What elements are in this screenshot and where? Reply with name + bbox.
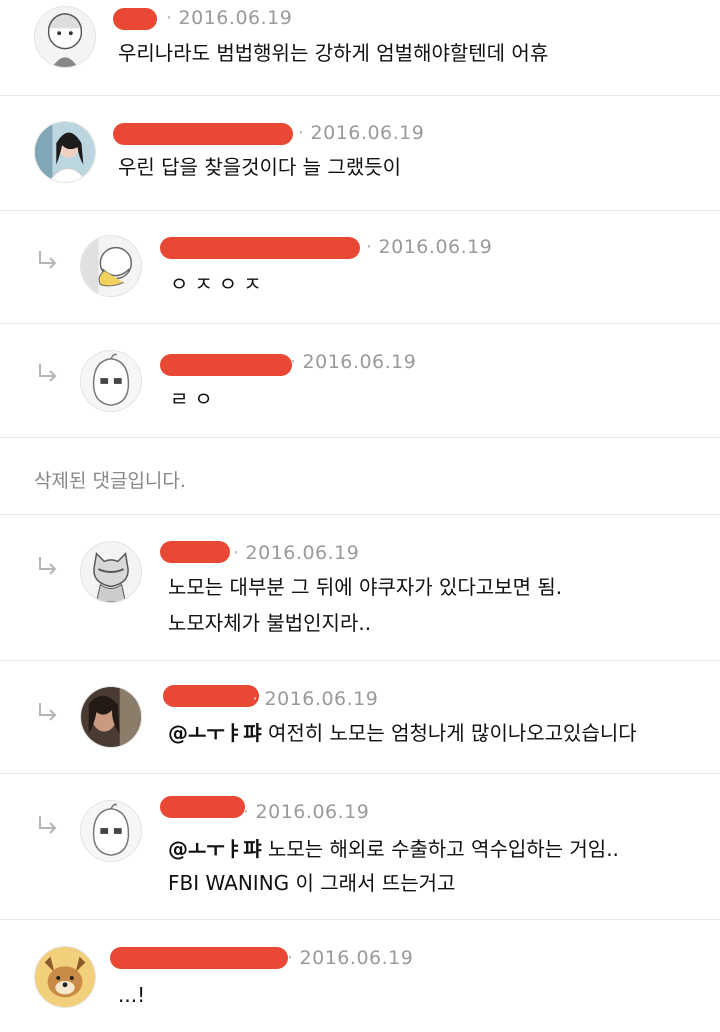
avatar[interactable] (80, 541, 142, 603)
deleted-comment-text: 삭제된 댓글입니다. (34, 470, 186, 492)
reply-arrow-icon (36, 814, 60, 838)
avatar[interactable] (34, 6, 96, 68)
reply-item: 2016.06.19 @ㅗㅜㅑ퍄 여전히 노모는 엄청나게 많이나오고있습니다 (0, 661, 720, 774)
avatar[interactable] (80, 350, 142, 412)
comment-text-line-2: 노모자체가 불법인지라.. (168, 611, 372, 635)
character-avatar-icon (81, 351, 141, 411)
redacted-username (160, 541, 230, 563)
avatar[interactable] (80, 235, 142, 297)
comment-date: 2016.06.19 (243, 801, 369, 823)
redacted-username (163, 685, 259, 707)
comment-date: 2016.06.19 (287, 947, 413, 969)
mention-link[interactable]: @ㅗㅜㅑ퍄 (168, 837, 262, 861)
character-avatar-icon (81, 236, 141, 296)
avatar[interactable] (34, 946, 96, 1008)
comment-date: 2016.06.19 (252, 688, 378, 710)
comment-text-line-1: 노모는 대부분 그 뒤에 야쿠자가 있다고보면 됨. (168, 575, 563, 599)
avatar[interactable] (80, 800, 142, 862)
comment-text: 우린 답을 찾을것이다 늘 그랬듯이 (118, 155, 402, 179)
comment-text-line-1: @ㅗㅜㅑ퍄 노모는 해외로 수출하고 역수입하는 거임.. (168, 832, 619, 866)
deleted-comment: 삭제된 댓글입니다. (0, 438, 720, 515)
reply-item: 2016.06.19 ㅇㅈㅇㅈ (0, 211, 720, 324)
comment-item: 2016.06.19 ...! (0, 920, 720, 1032)
comment-text-body: 노모는 해외로 수출하고 역수입하는 거임.. (261, 837, 619, 861)
reply-item: 2016.06.19 ㄹㅇ (0, 324, 720, 438)
comment-text: 우리나라도 범법행위는 강하게 엄벌해야할텐데 어휴 (118, 41, 549, 65)
reply-arrow-icon (36, 555, 60, 579)
reply-arrow-icon (36, 362, 60, 386)
reply-arrow-icon (36, 249, 60, 273)
comment-date: 2016.06.19 (366, 236, 492, 258)
reply-item: 2016.06.19 @ㅗㅜㅑ퍄 노모는 해외로 수출하고 역수입하는 거임..… (0, 774, 720, 920)
redacted-username (160, 237, 360, 259)
character-avatar-icon (35, 7, 95, 67)
comment-date: 2016.06.19 (298, 122, 424, 144)
character-avatar-icon (81, 801, 141, 861)
redacted-username (160, 354, 292, 376)
comment-text: ...! (118, 983, 146, 1007)
comment-date: 2016.06.19 (233, 542, 359, 564)
comment-date: 2016.06.19 (166, 7, 292, 29)
reply-item: 2016.06.19 노모는 대부분 그 뒤에 야쿠자가 있다고보면 됨. 노모… (0, 515, 720, 661)
photo-avatar-icon (81, 687, 141, 747)
redacted-username (160, 796, 245, 818)
comment-text-line-2: FBI WANING 이 그래서 뜨는거고 (168, 871, 456, 895)
comment-text-body: 여전히 노모는 엄청나게 많이나오고있습니다 (261, 721, 637, 745)
avatar[interactable] (80, 686, 142, 748)
comment-item: 2016.06.19 우린 답을 찾을것이다 늘 그랬듯이 (0, 96, 720, 211)
comment-item: 2016.06.19 우리나라도 범법행위는 강하게 엄벌해야할텐데 어휴 (0, 0, 720, 96)
comment-text: ㅇㅈㅇㅈ (170, 272, 268, 296)
character-avatar-icon (81, 542, 141, 602)
photo-avatar-icon (35, 122, 95, 182)
redacted-username (113, 8, 157, 30)
avatar[interactable] (34, 121, 96, 183)
mention-link[interactable]: @ㅗㅜㅑ퍄 (168, 721, 262, 745)
redacted-username (110, 947, 288, 969)
comment-date: 2016.06.19 (290, 351, 416, 373)
redacted-username (113, 123, 293, 145)
comment-text: ㄹㅇ (170, 387, 219, 411)
reply-arrow-icon (36, 701, 60, 725)
comment-text: @ㅗㅜㅑ퍄 여전히 노모는 엄청나게 많이나오고있습니다 (168, 716, 637, 750)
dog-avatar-icon (35, 947, 95, 1007)
